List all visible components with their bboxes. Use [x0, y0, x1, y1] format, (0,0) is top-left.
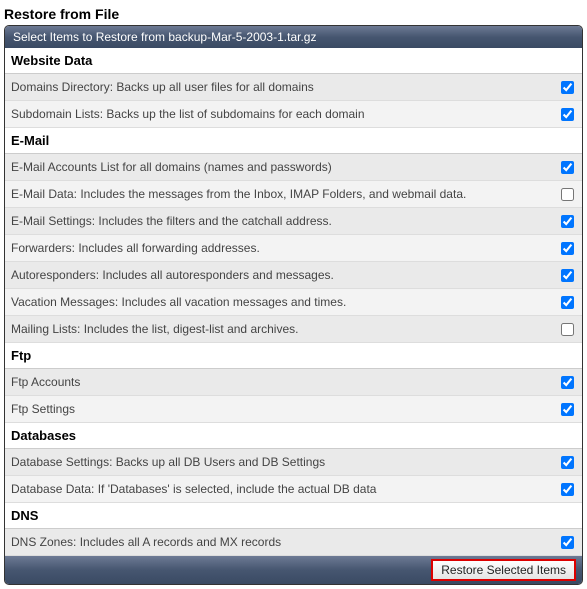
restore-item-label: Database Data: If 'Databases' is selecte… [11, 482, 555, 496]
restore-item-row: Domains Directory: Backs up all user fil… [5, 74, 582, 101]
restore-item-label: E-Mail Settings: Includes the filters an… [11, 214, 555, 228]
sections-container: Website Data Domains Directory: Backs up … [5, 48, 582, 556]
section-header: Ftp [5, 343, 582, 369]
restore-item-row: Ftp Accounts [5, 369, 582, 396]
section-rows: Ftp Accounts Ftp Settings [5, 369, 582, 423]
restore-item-label: Subdomain Lists: Backs up the list of su… [11, 107, 555, 121]
restore-selected-button[interactable]: Restore Selected Items [431, 559, 576, 581]
restore-item-row: E-Mail Data: Includes the messages from … [5, 181, 582, 208]
restore-item-checkbox[interactable] [561, 483, 574, 496]
restore-item-label: Ftp Settings [11, 402, 555, 416]
restore-item-row: Database Data: If 'Databases' is selecte… [5, 476, 582, 503]
page-title: Restore from File [4, 6, 583, 22]
section-rows: DNS Zones: Includes all A records and MX… [5, 529, 582, 556]
restore-item-row: Ftp Settings [5, 396, 582, 423]
restore-item-checkbox[interactable] [561, 81, 574, 94]
restore-item-label: Autoresponders: Includes all autorespond… [11, 268, 555, 282]
restore-item-checkbox[interactable] [561, 269, 574, 282]
restore-item-checkbox[interactable] [561, 376, 574, 389]
restore-item-checkbox[interactable] [561, 215, 574, 228]
restore-item-checkbox[interactable] [561, 536, 574, 549]
section-header: E-Mail [5, 128, 582, 154]
section-header: DNS [5, 503, 582, 529]
restore-item-row: Database Settings: Backs up all DB Users… [5, 449, 582, 476]
restore-item-label: DNS Zones: Includes all A records and MX… [11, 535, 555, 549]
restore-item-checkbox[interactable] [561, 161, 574, 174]
restore-item-checkbox[interactable] [561, 403, 574, 416]
restore-item-row: E-Mail Settings: Includes the filters an… [5, 208, 582, 235]
restore-item-row: DNS Zones: Includes all A records and MX… [5, 529, 582, 556]
restore-item-checkbox[interactable] [561, 296, 574, 309]
restore-item-label: E-Mail Data: Includes the messages from … [11, 187, 555, 201]
restore-item-label: Mailing Lists: Includes the list, digest… [11, 322, 555, 336]
restore-item-label: Ftp Accounts [11, 375, 555, 389]
restore-item-row: Forwarders: Includes all forwarding addr… [5, 235, 582, 262]
restore-item-checkbox[interactable] [561, 108, 574, 121]
panel-footer: Restore Selected Items [5, 556, 582, 584]
restore-item-row: Subdomain Lists: Backs up the list of su… [5, 101, 582, 128]
restore-item-label: Database Settings: Backs up all DB Users… [11, 455, 555, 469]
restore-item-row: Autoresponders: Includes all autorespond… [5, 262, 582, 289]
restore-item-label: Domains Directory: Backs up all user fil… [11, 80, 555, 94]
restore-item-checkbox[interactable] [561, 456, 574, 469]
restore-panel: Select Items to Restore from backup-Mar-… [4, 25, 583, 585]
restore-item-row: Mailing Lists: Includes the list, digest… [5, 316, 582, 343]
restore-item-label: Vacation Messages: Includes all vacation… [11, 295, 555, 309]
restore-item-checkbox[interactable] [561, 188, 574, 201]
section-rows: Database Settings: Backs up all DB Users… [5, 449, 582, 503]
restore-item-checkbox[interactable] [561, 323, 574, 336]
restore-item-row: E-Mail Accounts List for all domains (na… [5, 154, 582, 181]
section-header: Website Data [5, 48, 582, 74]
section-rows: Domains Directory: Backs up all user fil… [5, 74, 582, 128]
restore-item-row: Vacation Messages: Includes all vacation… [5, 289, 582, 316]
section-header: Databases [5, 423, 582, 449]
restore-item-label: Forwarders: Includes all forwarding addr… [11, 241, 555, 255]
panel-header: Select Items to Restore from backup-Mar-… [5, 26, 582, 48]
restore-item-label: E-Mail Accounts List for all domains (na… [11, 160, 555, 174]
section-rows: E-Mail Accounts List for all domains (na… [5, 154, 582, 343]
restore-item-checkbox[interactable] [561, 242, 574, 255]
